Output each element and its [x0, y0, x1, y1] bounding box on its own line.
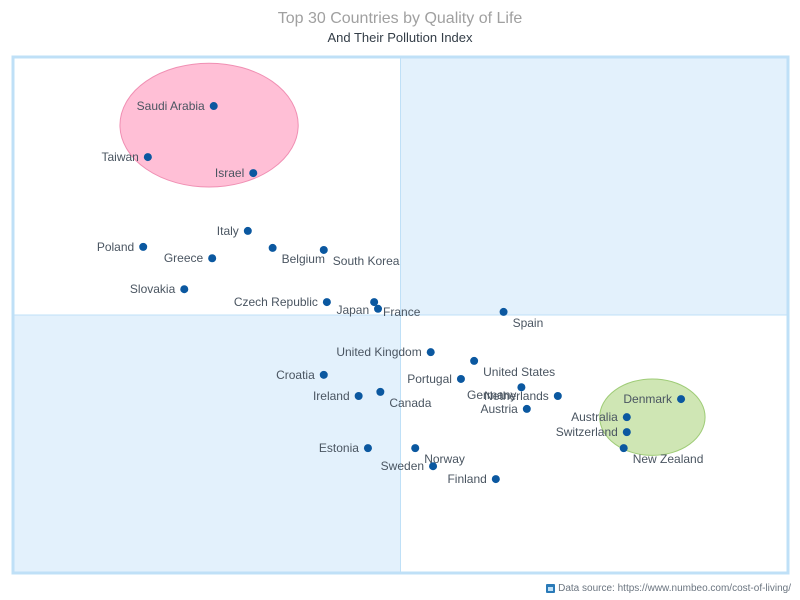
- data-label-slovakia: Slovakia: [130, 282, 176, 296]
- data-label-denmark: Denmark: [623, 392, 673, 406]
- data-point-spain: [499, 307, 508, 316]
- data-label-israel: Israel: [215, 166, 244, 180]
- data-label-united-kingdom: United Kingdom: [336, 345, 421, 359]
- data-point-croatia: [319, 370, 328, 379]
- data-label-greece: Greece: [164, 251, 204, 265]
- data-point-taiwan: [143, 153, 152, 162]
- data-label-australia: Australia: [571, 410, 618, 424]
- worst-cluster-ellipse: [119, 62, 299, 188]
- data-point-czech-republic: [322, 298, 331, 307]
- scatter-plot: Saudi Arabia Taiwan Israel Italy Poland Belgi…: [11, 55, 790, 575]
- data-label-finland: Finland: [447, 472, 486, 486]
- data-point-denmark: [677, 395, 686, 404]
- data-label-ireland: Ireland: [313, 389, 350, 403]
- data-label-estonia: Estonia: [319, 441, 359, 455]
- data-source-icon: [546, 584, 556, 593]
- data-point-israel: [249, 169, 258, 178]
- data-point-belgium: [268, 243, 277, 252]
- data-point-estonia: [363, 444, 372, 453]
- data-point-saudi-arabia: [209, 102, 218, 111]
- data-point-japan: [370, 298, 379, 307]
- data-label-portugal: Portugal: [407, 372, 452, 386]
- data-point-italy: [243, 226, 252, 235]
- data-point-australia: [622, 413, 631, 422]
- data-point-poland: [139, 242, 148, 251]
- data-point-portugal: [456, 374, 465, 383]
- quadrant-top-right: [400, 57, 788, 315]
- data-point-south-korea: [319, 245, 328, 254]
- data-label-netherlands: Netherlands: [484, 389, 549, 403]
- data-point-netherlands: [553, 392, 562, 401]
- data-point-new-zealand: [619, 444, 628, 453]
- data-point-norway: [411, 444, 420, 453]
- data-point-switzerland: [622, 428, 631, 437]
- data-source-text[interactable]: Data source: https://www.numbeo.com/cost…: [558, 583, 791, 594]
- data-point-slovakia: [180, 285, 189, 294]
- data-label-united-states: United States: [483, 365, 555, 379]
- data-label-italy: Italy: [217, 224, 239, 238]
- data-label-japan: Japan: [336, 303, 369, 317]
- data-label-switzerland: Switzerland: [556, 425, 618, 439]
- data-label-croatia: Croatia: [276, 368, 315, 382]
- data-label-taiwan: Taiwan: [101, 150, 138, 164]
- data-label-new-zealand: New Zealand: [633, 452, 704, 466]
- data-point-greece: [208, 254, 217, 263]
- data-label-austria: Austria: [480, 402, 518, 416]
- data-point-canada: [376, 387, 385, 396]
- data-label-poland: Poland: [97, 240, 134, 254]
- data-point-austria: [522, 404, 531, 413]
- quadrant-bottom-right: [400, 315, 788, 573]
- data-label-spain: Spain: [513, 316, 544, 330]
- data-point-united-states: [470, 356, 479, 365]
- data-label-sweden: Sweden: [381, 459, 424, 473]
- data-label-south-korea: South Korea: [333, 254, 400, 268]
- data-point-france: [374, 304, 383, 313]
- data-label-czech-republic: Czech Republic: [234, 295, 318, 309]
- data-label-saudi-arabia: Saudi Arabia: [137, 99, 205, 113]
- data-label-canada: Canada: [389, 396, 431, 410]
- data-label-belgium: Belgium: [282, 252, 325, 266]
- data-point-united-kingdom: [426, 348, 435, 357]
- data-point-sweden: [429, 462, 438, 471]
- data-label-france: France: [383, 305, 421, 319]
- data-point-finland: [491, 475, 500, 484]
- data-point-ireland: [354, 392, 363, 401]
- data-source-footer: Data source: https://www.numbeo.com/cost…: [546, 583, 791, 594]
